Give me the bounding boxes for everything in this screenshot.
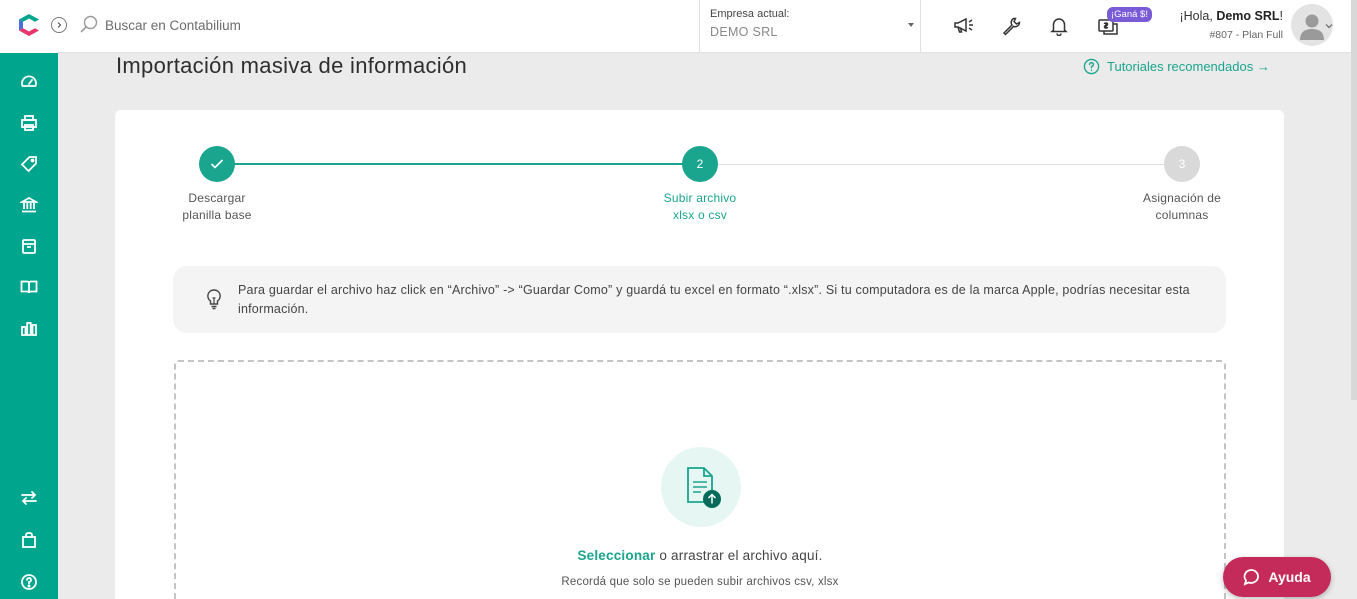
step-3-label-line2: columnas [1155, 208, 1209, 222]
expand-sidebar-button[interactable] [51, 17, 67, 33]
plan-info: #807 - Plan Full [1209, 29, 1283, 41]
greeting-prefix: ¡Hola, [1179, 9, 1217, 23]
select-file-link[interactable]: Seleccionar [577, 548, 655, 563]
step-connector-pending [700, 164, 1182, 165]
tip-box: Para guardar el archivo haz click en “Ar… [173, 266, 1226, 333]
sidebar [0, 0, 58, 599]
bell-icon[interactable] [1047, 14, 1071, 38]
tutorials-label: Tutoriales recomendados → [1107, 59, 1270, 74]
wrench-icon[interactable] [999, 14, 1023, 38]
dropzone-instructions: Seleccionar o arrastrar el archivo aquí. [176, 548, 1224, 563]
help-button[interactable]: Ayuda [1223, 557, 1331, 597]
step-2-label-line1: Subir archivo [663, 191, 737, 205]
search-input[interactable] [105, 13, 665, 37]
box-icon[interactable] [19, 236, 39, 256]
user-name: Demo SRL [1216, 9, 1280, 23]
help-label: Ayuda [1268, 569, 1311, 585]
bar-chart-icon[interactable] [19, 318, 39, 338]
dropzone-note: Recordá que solo se pueden subir archivo… [561, 576, 839, 588]
logo-area [0, 0, 58, 53]
chevron-down-icon[interactable] [1325, 22, 1333, 30]
book-icon[interactable] [19, 277, 39, 297]
step-2-label: Subir archivo xlsx o csv [630, 190, 770, 224]
step-3-circle: 3 [1164, 146, 1200, 182]
step-2-label-line2: xlsx o csv [672, 208, 727, 222]
step-1-label: Descargar planilla base [147, 190, 287, 224]
tip-text: Para guardar el archivo haz click en “Ar… [238, 283, 1190, 316]
chat-bubble-icon [1243, 569, 1260, 586]
chevron-right-icon [57, 22, 62, 28]
lightbulb-icon [207, 289, 221, 310]
shopping-bag-icon[interactable] [19, 530, 39, 550]
contabilium-logo[interactable] [18, 13, 40, 37]
check-icon [210, 159, 224, 169]
transfer-icon[interactable] [19, 488, 39, 508]
earn-badge[interactable]: ¡Ganá $! [1107, 7, 1152, 22]
company-value: DEMO SRL [710, 25, 778, 39]
tutorials-link[interactable]: Tutoriales recomendados → [1083, 58, 1270, 75]
search-icon [80, 15, 98, 33]
tag-icon[interactable] [19, 154, 39, 174]
step-3-label: Asignación de columnas [1112, 190, 1252, 224]
step-1-label-line1: Descargar [188, 191, 246, 205]
step-1-circle [199, 146, 235, 182]
printer-icon[interactable] [19, 113, 39, 133]
help-circle-icon[interactable] [19, 572, 39, 592]
company-label: Empresa actual: [710, 8, 790, 20]
page-title: Importación masiva de información [116, 53, 468, 78]
file-upload-icon [687, 467, 721, 508]
greeting: ¡Hola, Demo SRL! [1179, 9, 1283, 23]
top-bar: Empresa actual: DEMO SRL ¡Ganá $! ¡Hola,… [51, 0, 1357, 53]
step-1-label-line2: planilla base [182, 208, 252, 222]
step-3-label-line1: Asignación de [1143, 191, 1221, 205]
step-2-circle: 2 [682, 146, 718, 182]
upload-illustration [661, 447, 741, 527]
dropzone-drag-text: o arrastrar el archivo aquí. [659, 548, 823, 563]
bank-icon[interactable] [19, 195, 39, 215]
step-connector-done [217, 163, 699, 165]
scrollbar[interactable] [1351, 0, 1357, 400]
megaphone-icon[interactable] [952, 14, 976, 38]
company-selector[interactable]: Empresa actual: DEMO SRL [699, 0, 921, 53]
file-dropzone[interactable]: Seleccionar o arrastrar el archivo aquí.… [174, 360, 1226, 599]
greeting-suffix: ! [1279, 9, 1283, 23]
dashboard-icon[interactable] [19, 72, 39, 92]
question-circle-icon [1083, 58, 1100, 75]
caret-down-icon [908, 23, 914, 27]
